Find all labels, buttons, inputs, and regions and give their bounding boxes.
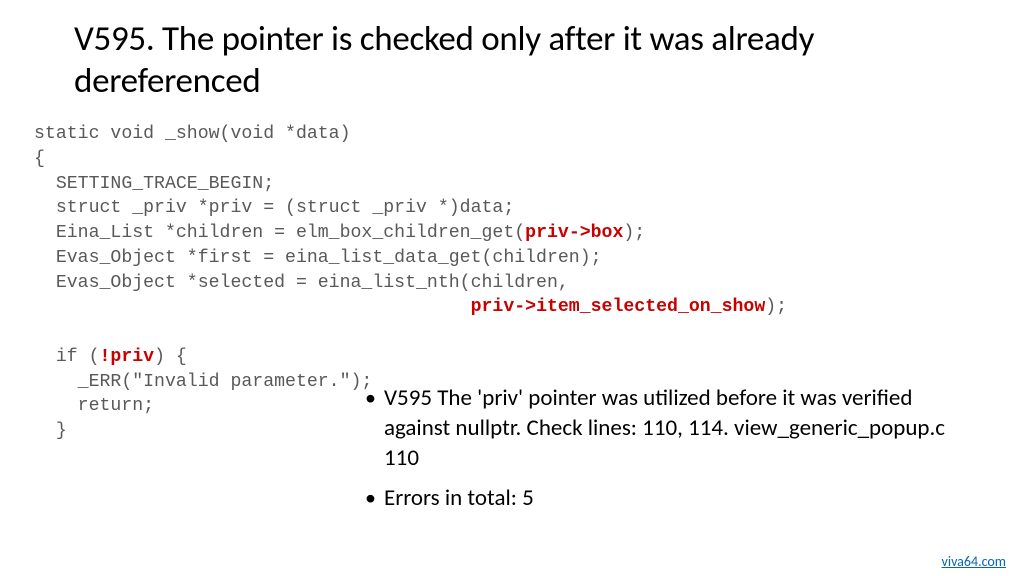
code-text: ) { [154,347,187,367]
code-line: _ERR("Invalid parameter."); [34,372,372,392]
slide: V595. The pointer is checked only after … [0,0,1024,576]
code-line: return; [34,396,154,416]
code-line: SETTING_TRACE_BEGIN; [34,174,274,194]
code-text: ); [765,297,787,317]
code-line: Eina_List *children = elm_box_children_g… [34,223,525,243]
code-line: static void _show(void *data) [34,124,351,144]
code-text: ); [623,223,645,243]
bullet-list: V595 The 'priv' pointer was utilized bef… [362,384,972,524]
code-line: { [34,149,45,169]
code-highlight: !priv [100,347,155,367]
slide-title: V595. The pointer is checked only after … [74,18,984,102]
code-line: struct _priv *priv = (struct _priv *)dat… [34,198,514,218]
code-line: Evas_Object *first = eina_list_data_get(… [34,248,602,268]
code-highlight: priv->box [525,223,623,243]
code-line: Evas_Object *selected = eina_list_nth(ch… [34,273,569,293]
code-pad [34,297,471,317]
bullet-item: V595 The 'priv' pointer was utilized bef… [362,384,972,474]
code-highlight: priv->item_selected_on_show [471,297,766,317]
footer-link[interactable]: viva64.com [942,553,1006,570]
code-line: if ( [34,347,100,367]
bullet-item: Errors in total: 5 [362,484,972,514]
code-line: } [34,421,67,441]
